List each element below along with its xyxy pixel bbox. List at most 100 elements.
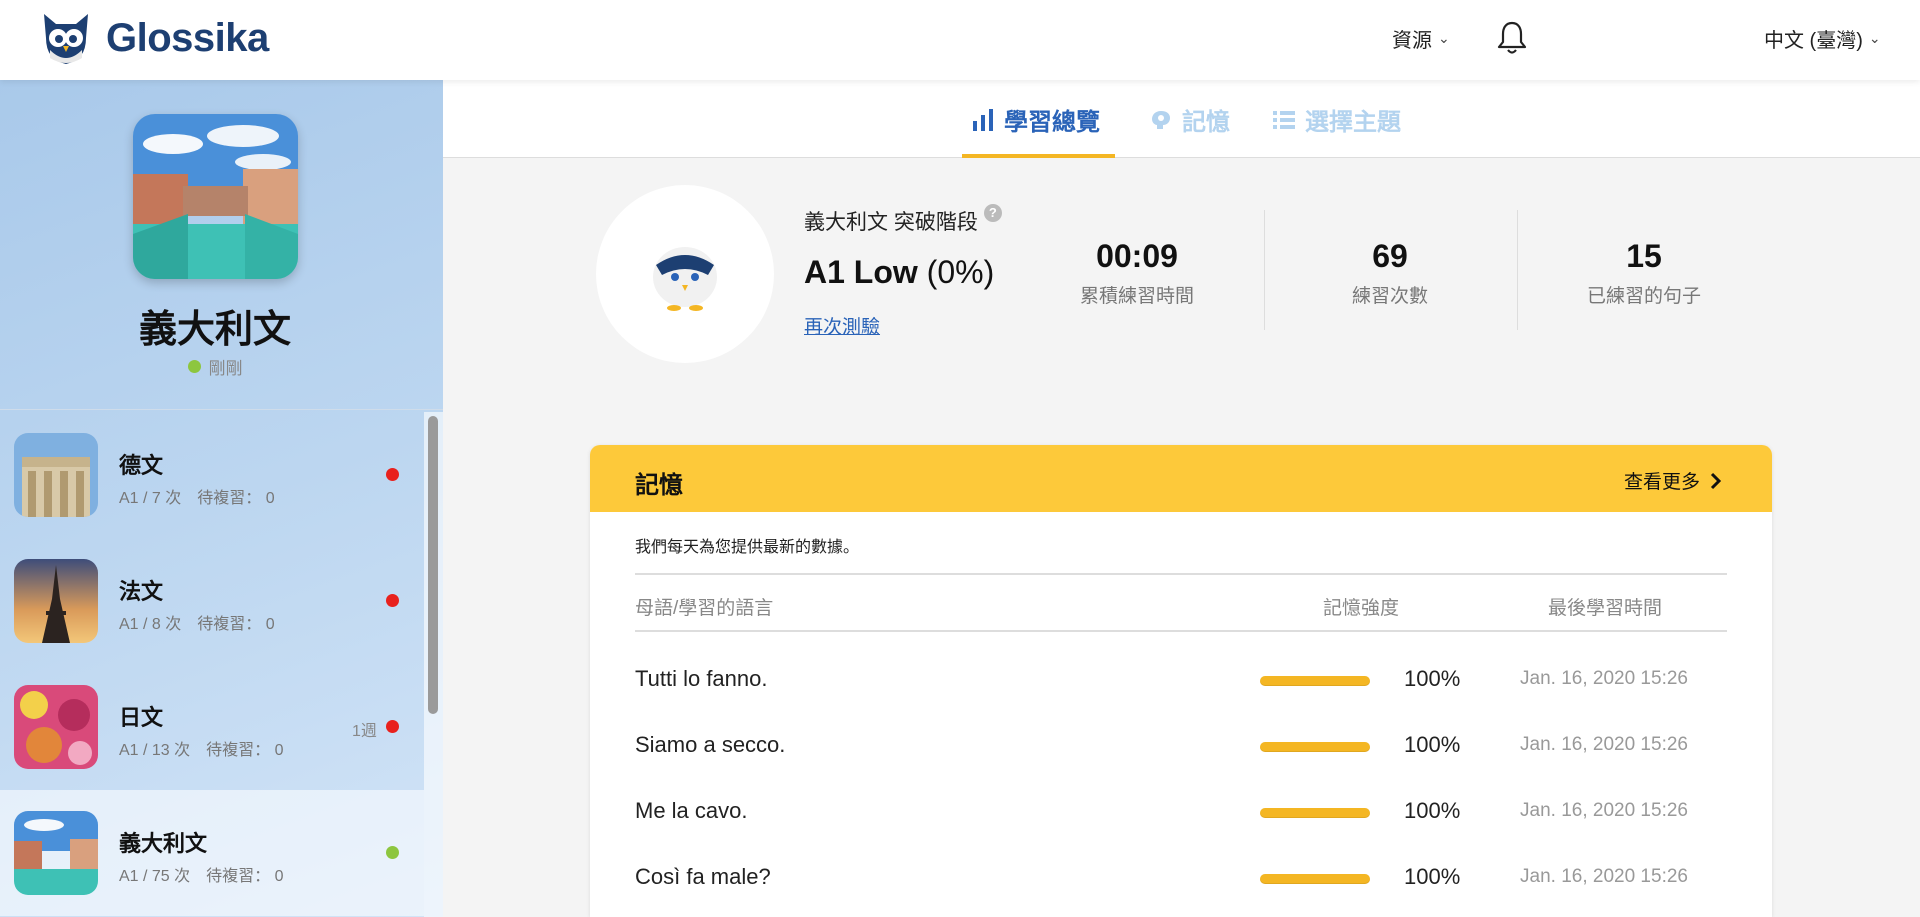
brandenburg-gate-image (14, 433, 98, 517)
brand-name: Glossika (106, 15, 269, 60)
brain-icon (1152, 110, 1170, 129)
language-meta: A1 / 7 次 待複習： 0 (119, 490, 275, 507)
chevron-down-icon: ⌄ (1868, 30, 1881, 46)
sentence-text: Così fa male? (635, 864, 771, 889)
language-name: 法文 (119, 579, 164, 604)
stat-practice-count: 69 練習次數 (1265, 238, 1515, 308)
status-dot-icon (386, 468, 399, 481)
strength-bar-fill (1260, 874, 1370, 884)
tab-overview[interactable]: 學習總覽 (972, 102, 1100, 137)
level-percentage: (0%) (926, 254, 995, 290)
strength-bar (1260, 808, 1370, 818)
sidebar-scrollbar-thumb[interactable] (428, 416, 438, 714)
tab-label: 記憶 (1182, 109, 1230, 136)
strength-bar (1260, 874, 1370, 884)
last-studied-date: Jan. 16, 2020 15:26 (1520, 668, 1688, 689)
review-interval: 1週 (352, 723, 377, 740)
language-item-italian[interactable]: 義大利文 A1 / 75 次 待複習： 0 (0, 790, 424, 916)
interface-language-select[interactable]: 中文 (臺灣) ⌄ (1764, 24, 1881, 53)
last-studied-date: Jan. 16, 2020 15:26 (1520, 734, 1688, 755)
view-more-button[interactable]: 查看更多 (1624, 467, 1722, 494)
strength-bar-fill (1260, 676, 1370, 686)
owl-mascot-icon (653, 247, 717, 311)
divider (635, 573, 1727, 575)
strength-percent: 100% (1404, 666, 1461, 691)
sentence-text: Me la cavo. (635, 798, 748, 823)
online-dot-icon (187, 360, 201, 373)
strength-percent: 100% (1404, 864, 1461, 889)
table-row: Me la cavo. 100% Jan. 16, 2020 15:26 (590, 778, 1772, 844)
stat-label: 累積練習時間 (1079, 286, 1194, 307)
chevron-down-icon: ⌄ (1438, 30, 1450, 46)
memory-note: 我們每天為您提供最新的數據。 (635, 539, 860, 556)
table-row: Siamo a secco. 100% Jan. 16, 2020 15:26 (590, 712, 1772, 778)
language-item-japanese[interactable]: 日文 A1 / 13 次 待複習： 0 1週 (0, 664, 424, 790)
language-name: 德文 (119, 453, 164, 478)
tab-memory[interactable]: 記憶 (1150, 102, 1230, 137)
stat-value: 15 (1626, 238, 1662, 274)
last-studied-date: Jan. 16, 2020 15:26 (1520, 866, 1688, 887)
tab-label: 學習總覽 (1004, 109, 1100, 136)
stat-divider (1517, 210, 1518, 330)
glossika-logo[interactable]: Glossika (36, 8, 269, 68)
active-tab-indicator (962, 154, 1115, 158)
sentence-text: Siamo a secco. (635, 732, 786, 757)
stat-label: 已練習的句子 (1586, 286, 1701, 307)
status-dot-icon (386, 594, 399, 607)
view-more-label: 查看更多 (1623, 472, 1700, 493)
table-row: Così fa male? 100% Jan. 16, 2020 15:26 (590, 844, 1772, 910)
memory-card-title: 記憶 (635, 472, 683, 499)
last-active-status: 剛剛 (0, 354, 430, 379)
level-avatar (596, 185, 774, 363)
stat-value: 00:09 (1096, 238, 1178, 274)
resources-label: 資源 (1392, 30, 1432, 52)
level-heading: 義大利文 突破階段 ? (804, 204, 1002, 236)
last-studied-date: Jan. 16, 2020 15:26 (1520, 800, 1688, 821)
top-header: Glossika 資源 ⌄ 中文 (臺灣) ⌄ (0, 0, 1920, 80)
owl-logo-icon (44, 14, 88, 64)
strength-percent: 100% (1404, 798, 1461, 823)
tab-choose-topic[interactable]: 選擇主題 (1273, 102, 1401, 137)
stat-sentences-practiced: 15 已練習的句子 (1519, 238, 1769, 308)
last-active-text: 剛剛 (208, 359, 243, 378)
memory-card-header: 記憶 查看更多 (590, 445, 1772, 512)
language-name: 日文 (119, 705, 164, 730)
language-meta: A1 / 13 次 待複習： 0 (119, 742, 284, 759)
sentence-text: Tutti lo fanno. (635, 666, 768, 691)
strength-bar (1260, 676, 1370, 686)
language-item-german[interactable]: 德文 A1 / 7 次 待複習： 0 (0, 412, 424, 538)
bar-chart-icon (973, 108, 993, 131)
tab-bar: 學習總覽 記憶 選擇主題 (443, 80, 1920, 158)
language-list: 德文 A1 / 7 次 待複習： 0 法文 A1 / 8 次 待複習： 0 日文… (0, 412, 424, 917)
level-value: A1 Low (0%) (804, 254, 994, 291)
column-header-strength: 記憶強度 (1323, 598, 1400, 619)
resources-menu[interactable]: 資源 ⌄ (1392, 24, 1450, 53)
divider (635, 630, 1727, 632)
column-header-sentence: 母語/學習的語言 (635, 598, 774, 619)
retest-link[interactable]: 再次測驗 (804, 312, 880, 339)
status-dot-icon (386, 720, 399, 733)
strength-bar-fill (1260, 808, 1370, 818)
stat-value: 69 (1372, 238, 1408, 274)
interface-language-label: 中文 (臺灣) (1764, 30, 1863, 52)
status-dot-icon (386, 846, 399, 859)
venice-canal-image (14, 811, 98, 895)
eiffel-tower-image (14, 559, 98, 643)
level-name: A1 Low (804, 254, 918, 290)
strength-bar-fill (1260, 742, 1370, 752)
current-language-profile: 義大利文 剛剛 (0, 80, 443, 410)
language-meta: A1 / 8 次 待複習： 0 (119, 616, 275, 633)
stat-practice-time: 00:09 累積練習時間 (1012, 238, 1262, 308)
bell-icon[interactable] (1496, 20, 1528, 56)
venice-canal-image (133, 114, 298, 279)
tab-label: 選擇主題 (1305, 109, 1401, 136)
list-icon (1273, 110, 1295, 129)
memory-card: 記憶 查看更多 我們每天為您提供最新的數據。 母語/學習的語言 記憶強度 最後學… (590, 445, 1772, 917)
strength-bar (1260, 742, 1370, 752)
language-item-french[interactable]: 法文 A1 / 8 次 待複習： 0 (0, 538, 424, 664)
language-meta: A1 / 75 次 待複習： 0 (119, 868, 284, 885)
help-icon[interactable]: ? (983, 204, 1002, 222)
stat-label: 練習次數 (1351, 286, 1428, 307)
chevron-right-icon (1710, 472, 1722, 489)
current-language-name: 義大利文 (138, 309, 291, 351)
